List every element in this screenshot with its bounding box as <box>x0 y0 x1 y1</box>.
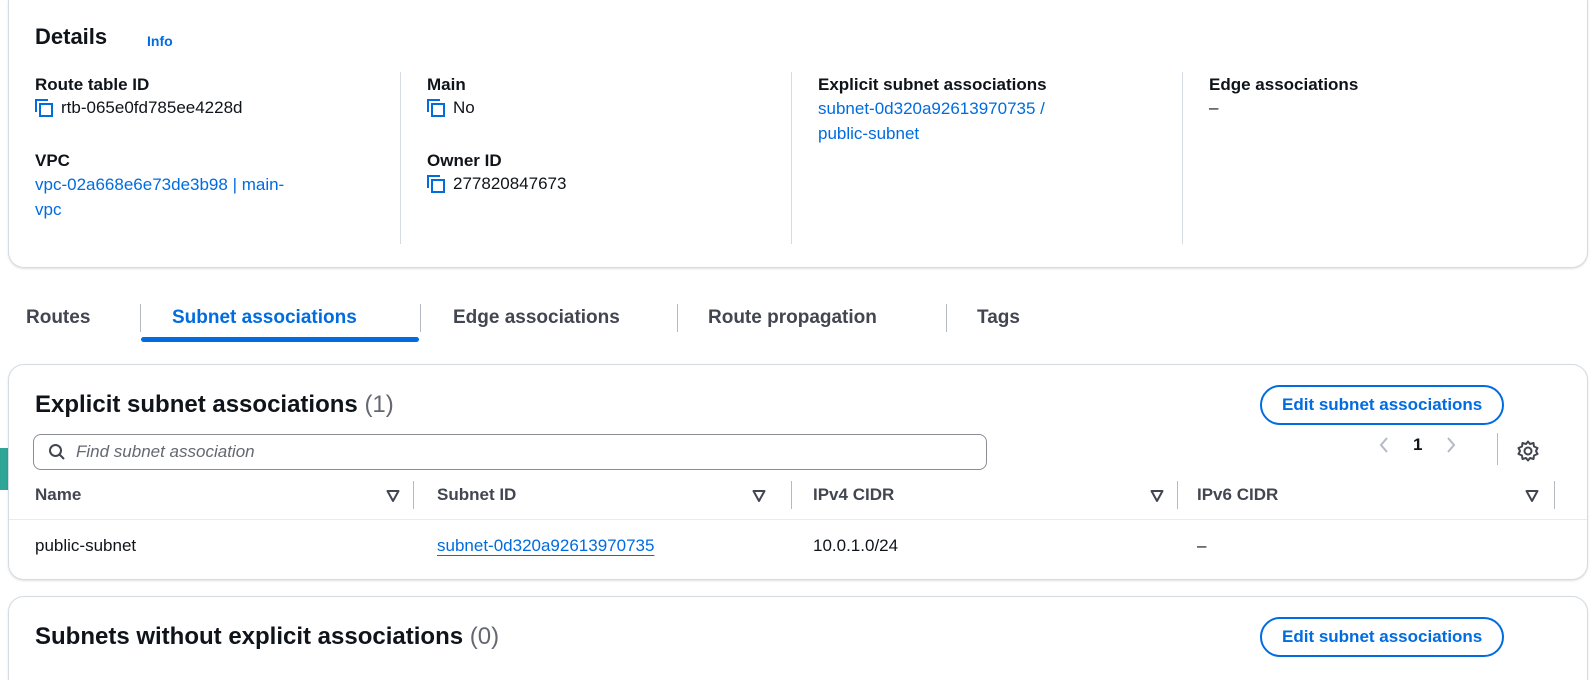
chevron-right-icon[interactable] <box>1444 435 1458 455</box>
vpc-label: VPC <box>35 151 70 170</box>
panel-title: Explicit subnet associations (1) <box>35 391 394 419</box>
copy-icon[interactable] <box>427 99 445 117</box>
search-input[interactable]: Find subnet association <box>33 434 987 470</box>
details-container: Details Info Route table ID rtb-065e0fd7… <box>8 0 1588 268</box>
column-divider[interactable] <box>1554 481 1555 509</box>
owner-id-value: 277820847673 <box>427 172 566 196</box>
copy-icon[interactable] <box>427 175 445 193</box>
route-table-id-value: rtb-065e0fd785ee4228d <box>35 96 284 120</box>
column-divider <box>791 72 792 244</box>
edge-associations-label: Edge associations <box>1209 75 1359 94</box>
background-accent <box>0 448 8 490</box>
details-col-edge: Edge associations – <box>1209 74 1358 120</box>
cell-subnet-id-link[interactable]: subnet-0d320a92613970735 <box>437 536 654 556</box>
route-table-id-text: rtb-065e0fd785ee4228d <box>61 98 243 117</box>
tab-tags[interactable]: Tags <box>977 296 1020 344</box>
column-header-ipv4-cidr[interactable]: IPv4 CIDR <box>813 485 894 505</box>
column-divider[interactable] <box>413 481 414 509</box>
sort-down-icon[interactable] <box>386 489 400 503</box>
column-header-ipv6-cidr[interactable]: IPv6 CIDR <box>1197 485 1278 505</box>
panel-title-text: Subnets without explicit associations <box>35 623 464 650</box>
tab-divider <box>420 304 421 332</box>
search-icon <box>49 444 65 460</box>
explicit-associations-link-line2[interactable]: public-subnet <box>818 121 1047 146</box>
pager-divider <box>1497 433 1498 465</box>
info-link[interactable]: Info <box>147 33 173 49</box>
column-divider <box>400 72 401 244</box>
pagination: 1 <box>1377 435 1458 455</box>
details-col-main: Main No Owner ID 277820847673 <box>427 74 566 196</box>
vpc-link-line2[interactable]: vpc <box>35 197 284 222</box>
column-header-subnet-id[interactable]: Subnet ID <box>437 485 516 505</box>
tab-edge-associations[interactable]: Edge associations <box>453 296 620 344</box>
main-value-text: No <box>453 98 475 117</box>
details-col-explicit: Explicit subnet associations subnet-0d32… <box>818 74 1047 146</box>
header-divider <box>9 519 1587 520</box>
panel-count: (1) <box>364 391 394 418</box>
edit-subnet-associations-button[interactable]: Edit subnet associations <box>1260 385 1505 425</box>
column-divider[interactable] <box>791 481 792 509</box>
details-title: Details <box>35 24 108 49</box>
copy-icon[interactable] <box>35 99 53 117</box>
panel-title: Subnets without explicit associations (0… <box>35 623 499 651</box>
page-number[interactable]: 1 <box>1413 435 1422 455</box>
active-tab-indicator <box>141 337 419 342</box>
panel-count: (0) <box>469 623 500 650</box>
details-col-route-table: Route table ID rtb-065e0fd785ee4228d VPC… <box>35 74 284 222</box>
column-divider[interactable] <box>1177 481 1178 509</box>
owner-id-text: 277820847673 <box>453 174 567 193</box>
tab-routes[interactable]: Routes <box>26 296 90 344</box>
owner-id-label: Owner ID <box>427 151 502 170</box>
gear-icon[interactable] <box>1517 440 1539 462</box>
tab-divider <box>946 304 947 332</box>
explicit-associations-panel: Explicit subnet associations (1) Edit su… <box>8 364 1588 580</box>
column-divider <box>1182 72 1183 244</box>
sort-down-icon[interactable] <box>1150 489 1164 503</box>
edge-associations-value: – <box>1209 98 1219 117</box>
panel-title-text: Explicit subnet associations <box>35 391 358 418</box>
main-value: No <box>427 96 566 120</box>
sort-down-icon[interactable] <box>1525 489 1539 503</box>
vpc-link-line1[interactable]: vpc-02a668e6e73de3b98 | main- <box>35 172 284 197</box>
tab-divider <box>677 304 678 332</box>
cell-ipv4-cidr: 10.0.1.0/24 <box>813 536 899 555</box>
explicit-associations-label: Explicit subnet associations <box>818 75 1047 94</box>
column-header-name[interactable]: Name <box>35 485 81 505</box>
subnets-without-associations-panel: Subnets without explicit associations (0… <box>8 596 1588 680</box>
chevron-left-icon[interactable] <box>1377 435 1391 455</box>
tab-route-propagation[interactable]: Route propagation <box>708 296 877 344</box>
cell-name: public-subnet <box>35 536 137 555</box>
tab-divider <box>140 304 141 332</box>
search-placeholder: Find subnet association <box>76 442 255 461</box>
explicit-associations-link-line1[interactable]: subnet-0d320a92613970735 / <box>818 96 1047 121</box>
sort-down-icon[interactable] <box>752 489 766 503</box>
cell-ipv6-cidr: – <box>1197 536 1207 555</box>
main-label: Main <box>427 75 466 94</box>
page: Details Info Route table ID rtb-065e0fd7… <box>0 0 1595 680</box>
edit-subnet-associations-button[interactable]: Edit subnet associations <box>1260 617 1505 657</box>
route-table-id-label: Route table ID <box>35 75 150 94</box>
